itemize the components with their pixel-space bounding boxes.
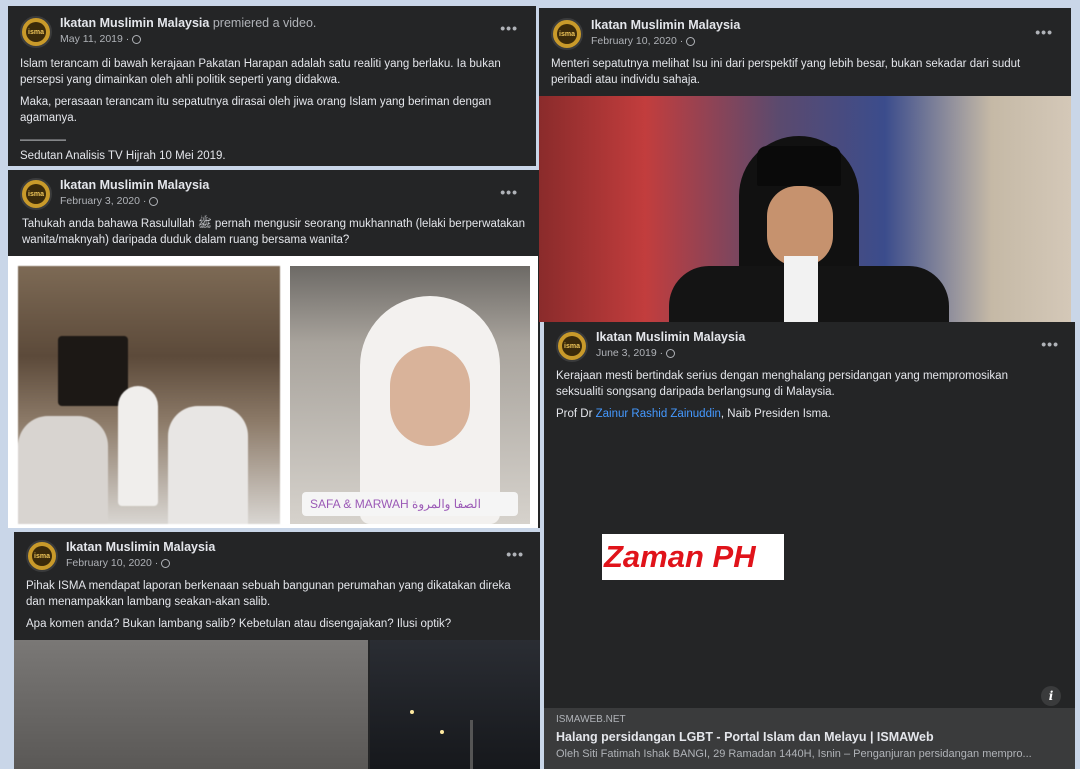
link-domain: ISMAWEB.NET (556, 714, 626, 725)
post-date[interactable]: February 10, 2020 · (591, 35, 683, 47)
globe-icon (666, 348, 676, 358)
page-avatar[interactable]: isma (20, 16, 52, 48)
zaman-ph-label: Zaman PH (602, 534, 784, 580)
page-avatar[interactable]: isma (26, 540, 58, 572)
post-text: Maka, perasaan terancam itu sepatutnya d… (20, 96, 492, 124)
post-card-mukhannath: isma Ikatan Muslimin Malaysia February 3… (8, 170, 540, 528)
more-options-icon[interactable]: ••• (500, 20, 518, 36)
post-date[interactable]: June 3, 2019 · (596, 347, 663, 359)
author-name[interactable]: Ikatan Muslimin Malaysia (591, 18, 740, 32)
globe-icon (161, 558, 171, 568)
post-text: Prof Dr Zainur Rashid Zainuddin, Naib Pr… (556, 408, 831, 420)
author-name[interactable]: Ikatan Muslimin Malaysia (596, 330, 745, 344)
divider-text: ———— (20, 134, 66, 146)
post-image-minister[interactable] (539, 96, 1071, 322)
link-preview-image[interactable]: Zaman PH i (544, 424, 1075, 708)
globe-icon (149, 196, 159, 206)
post-image[interactable]: SAFA & MARWAH الصفا والمروة (8, 256, 538, 528)
photo-kaaba (18, 266, 280, 524)
author-name[interactable]: Ikatan Muslimin Malaysia (66, 540, 215, 554)
author-name[interactable]: Ikatan Muslimin Malaysia (60, 178, 209, 192)
person-link[interactable]: Zainur Rashid Zainuddin (596, 408, 721, 420)
post-card-lgbt: isma Ikatan Muslimin Malaysia June 3, 20… (544, 322, 1075, 769)
post-date[interactable]: May 11, 2019 · (60, 33, 129, 45)
location-tag: SAFA & MARWAH الصفا والمروة (302, 492, 518, 516)
globe-icon (132, 34, 142, 44)
post-card-premiere: isma Ikatan Muslimin Malaysia premiered … (8, 6, 536, 166)
post-text: Islam terancam di bawah kerajaan Pakatan… (20, 58, 501, 86)
link-preview-footer[interactable]: ISMAWEB.NET Halang persidangan LGBT - Po… (544, 708, 1075, 769)
more-options-icon[interactable]: ••• (1041, 336, 1059, 352)
link-description: Oleh Siti Fatimah Ishak BANGI, 29 Ramada… (556, 748, 1032, 760)
post-image-building[interactable] (14, 640, 540, 769)
post-text: Pihak ISMA mendapat laporan berkenaan se… (26, 580, 511, 608)
post-card-salib: isma Ikatan Muslimin Malaysia February 1… (14, 532, 540, 769)
more-options-icon[interactable]: ••• (1035, 24, 1053, 40)
post-date[interactable]: February 3, 2020 · (60, 195, 146, 207)
post-text: Tahukah anda bahawa Rasulullah ﷺ pernah … (22, 218, 525, 246)
post-action: premiered a video. (212, 16, 317, 30)
link-title[interactable]: Halang persidangan LGBT - Portal Islam d… (556, 730, 1063, 744)
page-avatar[interactable]: isma (551, 18, 583, 50)
post-text: Kerajaan mesti bertindak serius dengan m… (556, 370, 1008, 398)
post-card-menteri: isma Ikatan Muslimin Malaysia February 1… (539, 8, 1071, 322)
info-icon[interactable]: i (1041, 686, 1061, 706)
post-text: Sedutan Analisis TV Hijrah 10 Mei 2019. (20, 150, 226, 162)
post-text: Menteri sepatutnya melihat Isu ini dari … (551, 58, 1021, 86)
photo-safa-marwah: SAFA & MARWAH الصفا والمروة (290, 266, 530, 524)
page-avatar[interactable]: isma (20, 178, 52, 210)
author-name[interactable]: Ikatan Muslimin Malaysia (60, 16, 209, 30)
page-avatar[interactable]: isma (556, 330, 588, 362)
more-options-icon[interactable]: ••• (506, 546, 524, 562)
globe-icon (686, 36, 696, 46)
post-date[interactable]: February 10, 2020 · (66, 557, 158, 569)
post-text: Apa komen anda? Bukan lambang salib? Keb… (26, 618, 452, 630)
more-options-icon[interactable]: ••• (500, 184, 518, 200)
